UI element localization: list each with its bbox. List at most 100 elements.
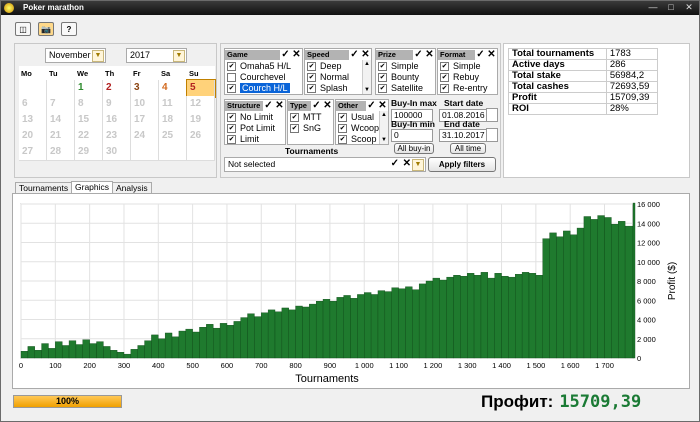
filter-structure-option[interactable]: ✔ No Limit	[227, 112, 273, 122]
calendar-day-15[interactable]: 15	[75, 112, 103, 129]
end-date-input[interactable]: 31.10.2017	[439, 129, 487, 142]
filter-type-option[interactable]: ✔ MTT	[290, 112, 322, 122]
calendar-day-10[interactable]: 10	[131, 96, 159, 113]
chevron-down-icon[interactable]: ▼	[92, 50, 104, 62]
filter-prize-option[interactable]: ✔ Bounty	[378, 72, 419, 82]
calendar-day-9[interactable]: 9	[103, 96, 131, 113]
checkbox-checked-icon[interactable]: ✔	[338, 123, 347, 133]
checkbox-checked-icon[interactable]: ✔	[378, 83, 387, 93]
filter-type-option[interactable]: ✔ SnG	[290, 123, 321, 133]
checkbox-checked-icon[interactable]: ✔	[307, 83, 316, 93]
month-select[interactable]: November ▼	[45, 48, 106, 63]
calendar-day-12[interactable]: 12	[187, 96, 215, 113]
filter-format-option[interactable]: ✔ Simple	[440, 61, 481, 71]
calendar-day-14[interactable]: 14	[47, 112, 75, 129]
calendar-day-21[interactable]: 21	[47, 128, 75, 145]
scroll-down-icon[interactable]: ▼	[364, 87, 370, 93]
calendar-day-7[interactable]: 7	[47, 96, 75, 113]
filter-format-option[interactable]: ✔ Rebuy	[440, 72, 479, 82]
checkbox-checked-icon[interactable]: ✔	[227, 134, 236, 144]
filter-other-option[interactable]: ✔ Usual	[338, 112, 374, 122]
filter-other-option[interactable]: ✔ Scoop	[338, 134, 377, 144]
calendar-day-11[interactable]: 11	[159, 96, 187, 113]
clear-icon[interactable]: ✕	[274, 100, 285, 111]
filter-game-option[interactable]: ✔ Omaha5 H/L	[227, 61, 291, 71]
chevron-down-icon[interactable]: ▼	[412, 159, 424, 171]
scroll-up-icon[interactable]: ▲	[364, 61, 370, 67]
calendar-day-3[interactable]: 3	[131, 80, 159, 97]
checkbox-checked-icon[interactable]: ✔	[227, 83, 236, 93]
calendar-day-5[interactable]: 5	[186, 79, 216, 98]
check-all-icon[interactable]: ✓	[413, 49, 424, 60]
year-select[interactable]: 2017 ▼	[126, 48, 187, 63]
all-time-button[interactable]: All time	[450, 143, 486, 154]
buyin-min-input[interactable]: 0	[391, 129, 433, 142]
checkbox-checked-icon[interactable]: ✔	[338, 112, 347, 122]
camera-button[interactable]: 📷	[38, 22, 54, 36]
calendar-day-1[interactable]: 1	[75, 80, 103, 97]
calendar-day-25[interactable]: 25	[159, 128, 187, 145]
calendar-day-17[interactable]: 17	[131, 112, 159, 129]
calendar-day-20[interactable]: 20	[19, 128, 47, 145]
checkbox-checked-icon[interactable]: ✔	[378, 61, 387, 71]
calendar-day-2[interactable]: 2	[103, 80, 131, 97]
scroll-up-icon[interactable]: ▲	[381, 112, 387, 118]
end-date-picker[interactable]	[486, 128, 498, 142]
calendar-day-23[interactable]: 23	[103, 128, 131, 145]
filter-structure-option[interactable]: ✔ Limit	[227, 134, 259, 144]
clear-icon[interactable]: ✕	[424, 49, 435, 60]
calendar-day-24[interactable]: 24	[131, 128, 159, 145]
filter-speed-option[interactable]: ✔ Normal	[307, 72, 349, 82]
checkbox-icon[interactable]	[227, 72, 236, 82]
maximize-icon[interactable]: □	[665, 2, 677, 13]
clear-icon[interactable]: ✕	[291, 49, 302, 60]
check-all-icon[interactable]: ✓	[349, 49, 360, 60]
calendar-day-6[interactable]: 6	[19, 96, 47, 113]
calendar-day-26[interactable]: 26	[187, 128, 215, 145]
chevron-down-icon[interactable]: ▼	[173, 50, 185, 62]
filter-structure-option[interactable]: ✔ Pot Limit	[227, 123, 275, 133]
checkbox-checked-icon[interactable]: ✔	[440, 83, 449, 93]
check-all-icon[interactable]: ✓	[475, 49, 486, 60]
check-all-icon[interactable]: ✓	[311, 100, 322, 111]
clear-icon[interactable]: ✕	[486, 49, 497, 60]
filter-game-option[interactable]: Courchevel	[227, 72, 286, 82]
calendar-day-29[interactable]: 29	[75, 144, 103, 161]
scroll-down-icon[interactable]: ▼	[381, 137, 387, 143]
filter-speed-option[interactable]: ✔ Splash	[307, 83, 348, 93]
calendar-day-8[interactable]: 8	[75, 96, 103, 113]
clear-icon[interactable]: ✕	[360, 49, 371, 60]
filter-other-option[interactable]: ✔ Wcoop	[338, 123, 379, 133]
check-all-icon[interactable]: ✓	[280, 49, 291, 60]
filter-game-option[interactable]: ✔ Courch H/L	[227, 83, 290, 93]
checkbox-checked-icon[interactable]: ✔	[227, 112, 236, 122]
minimize-icon[interactable]: —	[647, 2, 659, 13]
checkbox-checked-icon[interactable]: ✔	[338, 134, 347, 144]
checkbox-checked-icon[interactable]: ✔	[440, 61, 449, 71]
calendar-day-30[interactable]: 30	[103, 144, 131, 161]
checkbox-checked-icon[interactable]: ✔	[227, 123, 236, 133]
checkbox-checked-icon[interactable]: ✔	[290, 112, 299, 122]
database-button[interactable]: ◫	[15, 22, 31, 36]
checkbox-checked-icon[interactable]: ✔	[440, 72, 449, 82]
check-icon[interactable]: ✓	[391, 158, 399, 169]
check-all-icon[interactable]: ✓	[366, 100, 377, 111]
calendar-day-13[interactable]: 13	[19, 112, 47, 129]
help-button[interactable]: ?	[61, 22, 77, 36]
calendar-day-22[interactable]: 22	[75, 128, 103, 145]
calendar-day-19[interactable]: 19	[187, 112, 215, 129]
tournaments-select[interactable]: Not selected ✓ ✕ ▼	[224, 157, 426, 172]
calendar-day-16[interactable]: 16	[103, 112, 131, 129]
apply-filters-button[interactable]: Apply filters	[428, 157, 496, 172]
start-date-picker[interactable]	[486, 108, 498, 122]
filter-speed-option[interactable]: ✔ Deep	[307, 61, 342, 71]
clear-icon[interactable]: ✕	[322, 100, 333, 111]
checkbox-checked-icon[interactable]: ✔	[378, 72, 387, 82]
checkbox-checked-icon[interactable]: ✔	[307, 72, 316, 82]
speed-scrollbar[interactable]: ▲ ▼	[362, 60, 371, 94]
filter-prize-option[interactable]: ✔ Satellite	[378, 83, 423, 93]
filter-format-option[interactable]: ✔ Re-entry	[440, 83, 488, 93]
check-all-icon[interactable]: ✓	[263, 100, 274, 111]
other-scrollbar[interactable]: ▲ ▼	[379, 111, 388, 144]
calendar-day-28[interactable]: 28	[47, 144, 75, 161]
